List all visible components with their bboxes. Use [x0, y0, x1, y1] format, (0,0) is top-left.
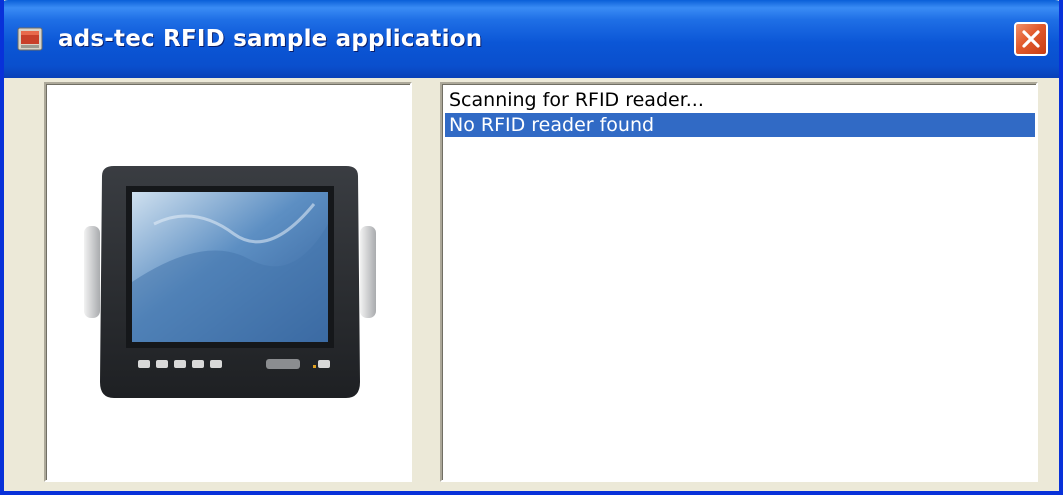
window-title: ads-tec RFID sample application — [58, 26, 483, 52]
rugged-tablet-image — [84, 166, 376, 398]
list-item[interactable]: Scanning for RFID reader... — [445, 88, 1035, 112]
close-button[interactable] — [1014, 22, 1048, 56]
device-image-panel — [44, 82, 412, 482]
status-listbox[interactable]: Scanning for RFID reader... No RFID read… — [440, 82, 1038, 482]
app-window: ads-tec RFID sample application Scanning… — [0, 0, 1063, 495]
app-window-icon[interactable] — [16, 24, 46, 54]
list-item-selected[interactable]: No RFID reader found — [445, 113, 1035, 137]
title-bar[interactable]: ads-tec RFID sample application — [4, 0, 1059, 78]
close-x-icon — [1022, 30, 1040, 48]
